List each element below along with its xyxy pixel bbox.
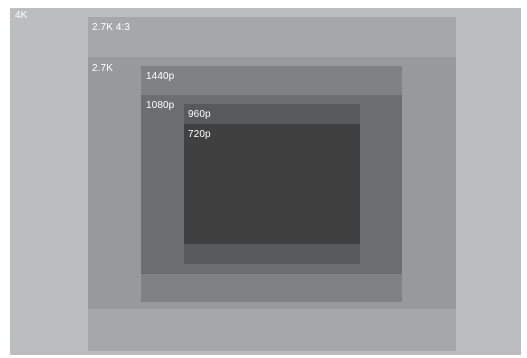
label-2-7k: 2.7K <box>92 63 113 74</box>
label-960p: 960p <box>188 109 211 120</box>
frame-720p <box>184 124 360 244</box>
label-4k: 4K <box>15 10 28 21</box>
label-1440p: 1440p <box>146 71 175 82</box>
label-2-7k-4-3: 2.7K 4:3 <box>92 22 131 33</box>
label-1080p: 1080p <box>146 100 175 111</box>
label-720p: 720p <box>188 129 211 140</box>
